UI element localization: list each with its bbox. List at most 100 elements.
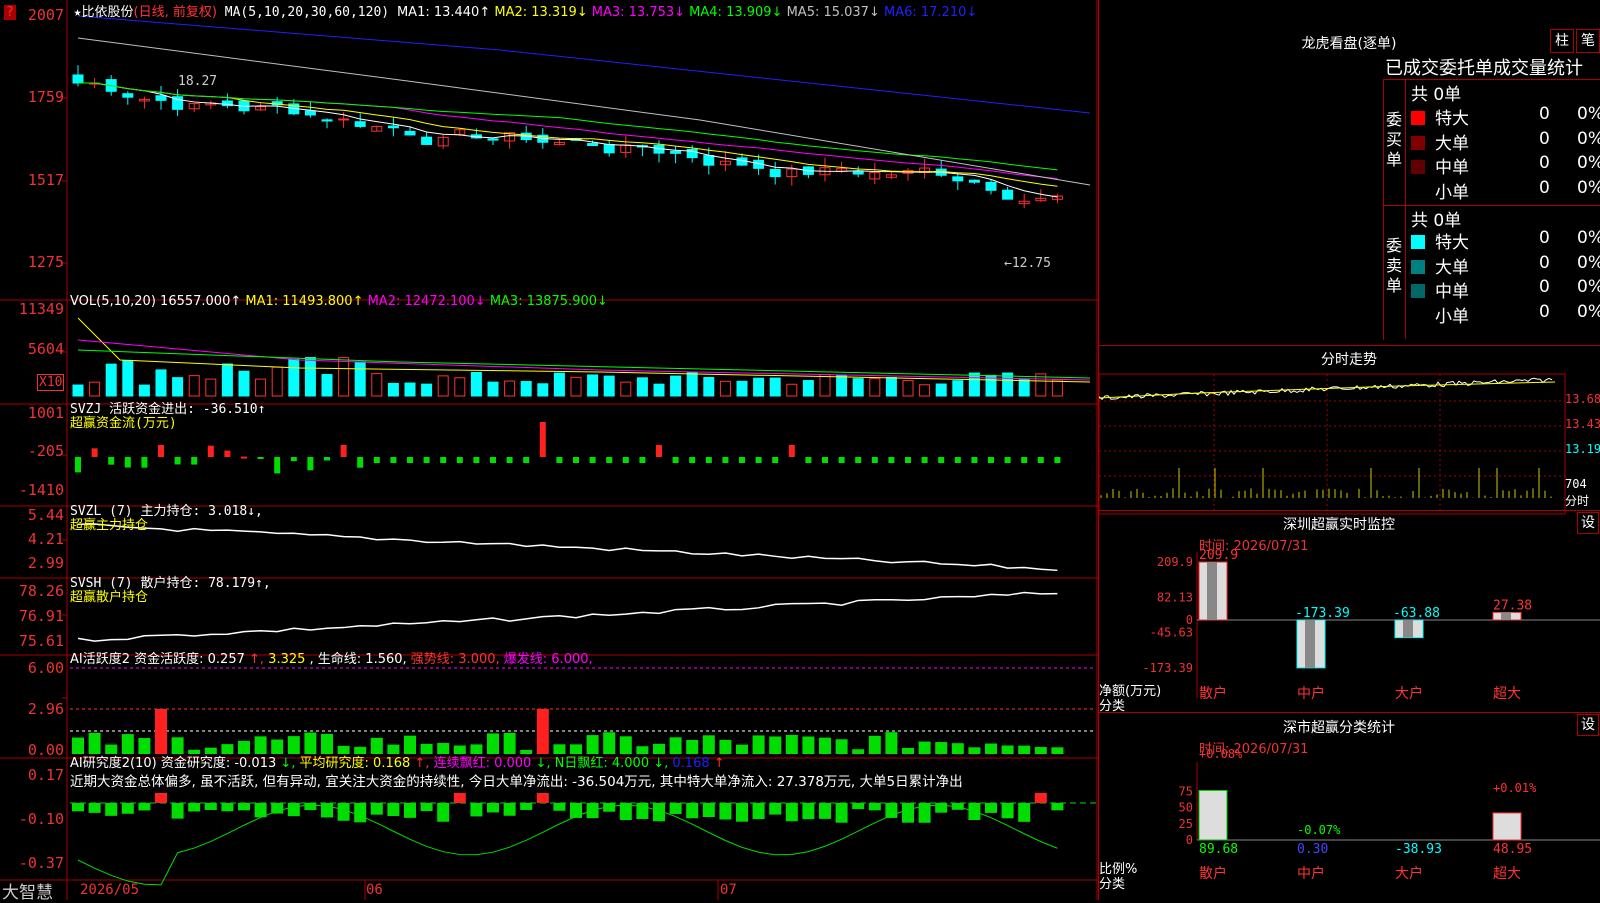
row-label: 中单 xyxy=(1435,158,1469,178)
mon-bar-shade xyxy=(1305,620,1315,668)
candle-body xyxy=(670,150,682,154)
class-chart[interactable]: 75 50 25 0 +0.08% -0.07% +0.01% 89.68 散户 0.30 中户 -3… xyxy=(1099,712,1600,902)
volume-bar xyxy=(72,384,84,397)
fs-axis-0: 13.68 xyxy=(1565,392,1600,406)
research-bar xyxy=(155,793,167,803)
activity-bar xyxy=(769,736,782,754)
activity-bar xyxy=(951,743,964,754)
cls-axis-label: 75 xyxy=(1179,784,1193,798)
ma-values: MA1: 13.440↑ MA2: 13.319↓ MA3: 13.753↓ M… xyxy=(397,5,977,20)
ai-activity-header: AI活跃度2 资金活跃度: 0.257 ↑, 3.325 , 生命线: 1.56… xyxy=(70,648,593,667)
ma-value-1: MA2: 13.319↓ xyxy=(494,5,592,20)
mon-category: 大户 xyxy=(1395,685,1423,702)
activity-bar xyxy=(868,735,881,754)
flow-bar xyxy=(207,445,214,457)
volume-bar xyxy=(105,363,117,397)
flow-bar xyxy=(490,457,496,463)
volume-bar xyxy=(404,382,416,397)
color-swatch xyxy=(1411,160,1425,174)
volume-bar xyxy=(354,361,366,397)
research-bar xyxy=(636,803,649,819)
ai-research-header: AI研究度2(10) 资金研究度: -0.013 ↓, 平均研究度: 0.168… xyxy=(70,752,725,771)
svzl-sub: 超赢主力持仓 xyxy=(70,518,149,533)
sell-row-1: 大单 0 0% xyxy=(1411,253,1600,278)
row-pct: 0% xyxy=(1577,277,1600,297)
tab-zhu[interactable]: 柱 xyxy=(1550,29,1574,53)
ma-value-4: MA5: 15.037↓ xyxy=(786,5,884,20)
vol-axis-max: 11349 xyxy=(18,300,64,318)
mon-value: -173.39 xyxy=(1295,606,1350,621)
ai2-value-5: ↓, xyxy=(535,756,555,771)
volume-bar xyxy=(537,383,549,397)
volume-bar xyxy=(902,380,914,397)
ma-value-2: MA3: 13.753↓ xyxy=(591,5,690,20)
buy-row-3: 小单 0 0% xyxy=(1411,178,1600,203)
row-count: 0 xyxy=(1539,252,1550,273)
flow-bar xyxy=(589,457,596,463)
intraday-chart[interactable] xyxy=(1099,368,1600,518)
row-label: 小单 xyxy=(1435,182,1469,203)
vol-value-1: 16557.000↑ xyxy=(160,294,246,309)
date-label-jun: 06 xyxy=(366,882,383,898)
stat-vline xyxy=(1405,79,1406,339)
cls-value: 89.68 xyxy=(1199,842,1238,857)
ai1-value-4: 强势线: 3.000, xyxy=(410,652,504,667)
activity-bar xyxy=(536,709,549,754)
research-bar xyxy=(985,803,997,813)
monitor-chart[interactable]: 209.982.130-45.63-173.39209.9散户-173.39中户… xyxy=(1099,512,1600,702)
volume-bar xyxy=(288,358,300,397)
volume-bar xyxy=(968,372,980,397)
stock-header: ? ★比依股份(日线, 前复权) MA(5,10,20,30,60,120) M… xyxy=(4,1,977,20)
flow-bar xyxy=(1037,457,1044,463)
svsh-sub: 超赢散户持仓 xyxy=(70,590,149,605)
research-bar xyxy=(88,803,101,813)
row-pct: 0% xyxy=(1577,128,1600,149)
cls-category: 散户 xyxy=(1199,865,1227,882)
ai2-value-7: ↓, xyxy=(653,756,673,771)
tab-bi[interactable]: 笔 xyxy=(1576,29,1600,53)
research-bar xyxy=(868,803,881,811)
research-bar xyxy=(852,803,865,810)
vol-value-2: MA1: 11493.800↑ xyxy=(245,294,368,309)
ai1-axis-2: 0.00 xyxy=(27,741,64,759)
volume-bar xyxy=(869,378,881,397)
color-swatch xyxy=(1411,135,1425,150)
stock-name: 比依股份 xyxy=(81,5,134,20)
activity-bar xyxy=(487,733,499,754)
research-bar xyxy=(802,803,815,820)
ai1-axis-1: 2.96 xyxy=(27,700,64,718)
vol-axis-unit: X10 xyxy=(37,374,65,391)
price-axis-1275: 1275 xyxy=(27,253,64,271)
row-pct: 0% xyxy=(1577,301,1600,322)
fs-axis-unit: 分时 xyxy=(1565,494,1590,508)
flow-bar xyxy=(755,457,762,463)
research-bar xyxy=(188,803,201,812)
mon-category: 散户 xyxy=(1199,685,1227,702)
volume-bar xyxy=(952,380,964,397)
research-bar xyxy=(437,803,450,822)
cls-side-1: 分类 xyxy=(1099,877,1126,892)
flow-bar xyxy=(440,457,447,463)
candle-body xyxy=(852,171,864,175)
sell-row-2: 中单 0 0% xyxy=(1411,277,1600,302)
volume-bar xyxy=(122,359,134,397)
flow-bar xyxy=(988,457,994,463)
svsh-line xyxy=(77,591,1058,642)
buy-total: 共 0单 xyxy=(1411,85,1462,105)
svzl-axis-2: 2.99 xyxy=(27,554,64,572)
cls-top-value: +0.08% xyxy=(1199,747,1243,761)
svzl-line xyxy=(77,523,1058,572)
chart-area[interactable]: ? ★比依股份(日线, 前复权) MA(5,10,20,30,60,120) M… xyxy=(0,0,1098,903)
volume-bar xyxy=(470,371,482,397)
stat-title: 已成交委托单成交量统计 xyxy=(1385,58,1583,79)
candle-body xyxy=(354,121,366,127)
flow-bar xyxy=(506,457,513,463)
research-bar xyxy=(470,803,483,817)
volume-bar xyxy=(802,380,814,397)
research-bar xyxy=(686,803,699,819)
research-bar xyxy=(487,803,499,813)
cls-value: 0.30 xyxy=(1297,842,1328,857)
color-swatch xyxy=(1411,111,1425,125)
flow-bar xyxy=(656,445,662,457)
activity-bar xyxy=(155,709,167,754)
